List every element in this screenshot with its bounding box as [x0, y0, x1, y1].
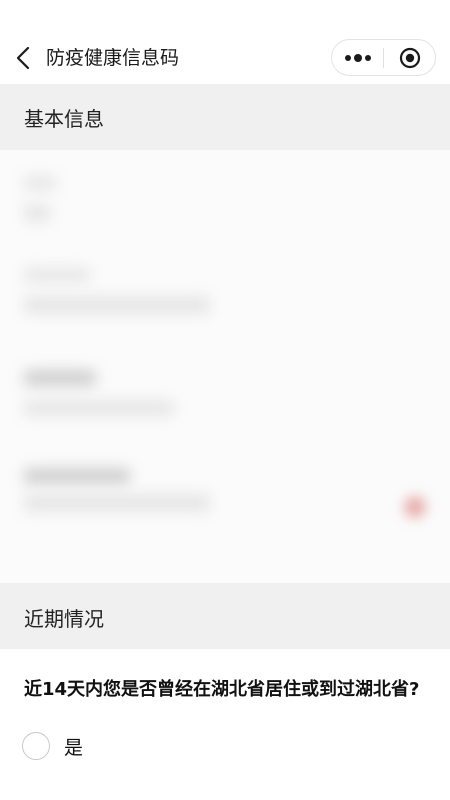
back-button[interactable]	[8, 40, 38, 76]
option-yes-label: 是	[64, 736, 84, 759]
chevron-left-icon	[16, 46, 30, 70]
blurred-field-label	[24, 468, 130, 484]
page-title: 防疫健康信息码	[46, 47, 180, 69]
navigation-bar: 防疫健康信息码	[0, 0, 450, 84]
section-title-basic-info: 基本信息	[24, 107, 104, 131]
blurred-field-label	[24, 176, 56, 190]
section-header-recent: 近期情况	[0, 583, 450, 649]
blurred-location-icon	[404, 496, 426, 518]
blurred-field-value	[24, 494, 210, 512]
close-button[interactable]	[384, 40, 435, 75]
blurred-field-value	[24, 400, 174, 416]
blurred-personal-info	[0, 150, 450, 583]
radio-button-yes[interactable]	[22, 732, 50, 760]
target-circle-icon	[399, 47, 420, 68]
blurred-field-label	[24, 370, 96, 386]
blurred-field-label	[24, 268, 90, 282]
blurred-field-value	[24, 204, 50, 222]
question-hubei-travel: 近14天内您是否曾经在湖北省居住或到过湖北省?	[24, 679, 420, 700]
blurred-field-value	[24, 296, 210, 314]
more-dots-icon	[344, 53, 371, 62]
section-title-recent: 近期情况	[24, 607, 104, 631]
section-header-basic-info: 基本信息	[0, 84, 450, 150]
mini-program-capsule	[331, 39, 436, 76]
more-button[interactable]	[332, 40, 383, 75]
option-yes[interactable]: 是	[22, 730, 83, 762]
